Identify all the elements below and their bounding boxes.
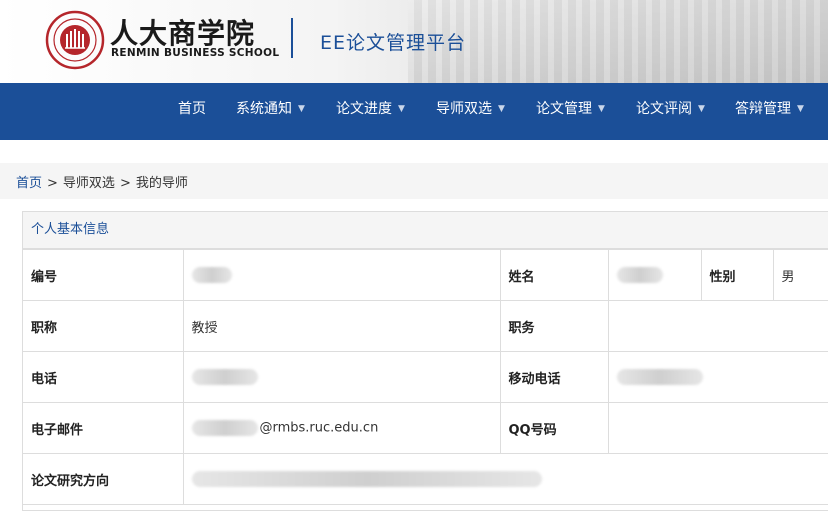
nav-item-label: 论文进度 bbox=[336, 101, 392, 117]
chevron-down-icon: ▼ bbox=[698, 104, 705, 114]
gender-value: 男 bbox=[772, 249, 828, 301]
name-value bbox=[607, 249, 702, 301]
logo-divider bbox=[291, 18, 293, 58]
name-label: 姓名 bbox=[499, 249, 609, 301]
breadcrumb-section: 导师双选 bbox=[62, 176, 115, 191]
breadcrumb-current: 我的导师 bbox=[135, 176, 188, 191]
table-row: 编号 姓名 性别 男 bbox=[23, 249, 828, 301]
brand-name-en: RENMIN BUSINESS SCHOOL bbox=[111, 47, 280, 59]
chevron-down-icon: ▼ bbox=[298, 104, 305, 114]
redacted-mobile bbox=[616, 369, 703, 385]
phone-value bbox=[182, 351, 501, 403]
table-row: 论文研究方向 bbox=[23, 453, 828, 505]
redacted-id bbox=[191, 267, 232, 283]
table-row: 职称 教授 职务 bbox=[23, 300, 828, 352]
chevron-down-icon: ▼ bbox=[598, 104, 605, 114]
qq-value bbox=[607, 402, 828, 454]
breadcrumb: 首页 > 导师双选 > 我的导师 bbox=[16, 172, 188, 191]
table-row: 电子邮件 @rmbs.ruc.edu.cn QQ号码 bbox=[23, 402, 828, 454]
research-direction-value bbox=[182, 453, 828, 505]
chevron-down-icon: ▼ bbox=[398, 104, 405, 114]
school-seal-icon bbox=[45, 10, 105, 70]
position-value bbox=[607, 300, 828, 352]
panel-title: 个人基本信息 bbox=[23, 212, 828, 249]
advisor-info-panel: 个人基本信息 编号 姓名 性别 男 职称 教授 职务 电话 移动电话 电子邮件 … bbox=[22, 211, 828, 511]
redacted-phone bbox=[191, 369, 258, 385]
mobile-value bbox=[607, 351, 828, 403]
site-header: 人大商学院 RENMIN BUSINESS SCHOOL EE论文管理平台 bbox=[0, 0, 828, 83]
email-value: @rmbs.ruc.edu.cn bbox=[182, 402, 501, 454]
position-label: 职务 bbox=[499, 300, 609, 352]
nav-item-defense-management[interactable]: 答辩管理 ▼ bbox=[735, 83, 804, 140]
header-background-image bbox=[408, 0, 828, 83]
id-label: 编号 bbox=[23, 249, 184, 301]
chevron-down-icon: ▼ bbox=[797, 104, 804, 114]
breadcrumb-bar: 首页 > 导师双选 > 我的导师 bbox=[0, 163, 828, 199]
qq-label: QQ号码 bbox=[499, 402, 609, 454]
table-row: 电话 移动电话 bbox=[23, 351, 828, 403]
main-nav: 首页 系统通知 ▼ 论文进度 ▼ 导师双选 ▼ 论文管理 ▼ 论文评阅 ▼ 答辩管理 ▼ bbox=[0, 83, 828, 140]
nav-item-label: 答辩管理 bbox=[735, 101, 791, 117]
nav-item-thesis-review[interactable]: 论文评阅 ▼ bbox=[636, 83, 705, 140]
nav-item-notifications[interactable]: 系统通知 ▼ bbox=[236, 83, 305, 140]
nav-item-advisor-selection[interactable]: 导师双选 ▼ bbox=[436, 83, 505, 140]
redacted-research-direction bbox=[191, 471, 542, 487]
nav-item-label: 系统通知 bbox=[236, 101, 292, 117]
nav-item-label: 论文评阅 bbox=[636, 101, 692, 117]
chevron-down-icon: ▼ bbox=[498, 104, 505, 114]
advisor-info-table: 编号 姓名 性别 男 职称 教授 职务 电话 移动电话 电子邮件 @rmbs.r… bbox=[23, 249, 828, 505]
breadcrumb-home-link[interactable]: 首页 bbox=[16, 176, 42, 191]
nav-item-home[interactable]: 首页 bbox=[178, 83, 206, 140]
redacted-email-user bbox=[191, 420, 258, 436]
research-direction-label: 论文研究方向 bbox=[23, 453, 184, 505]
redacted-name bbox=[616, 267, 663, 283]
nav-item-label: 导师双选 bbox=[436, 101, 492, 117]
id-value bbox=[182, 249, 501, 301]
gender-label: 性别 bbox=[700, 249, 774, 301]
nav-item-progress[interactable]: 论文进度 ▼ bbox=[336, 83, 405, 140]
brand-name-cn: 人大商学院 bbox=[110, 17, 256, 50]
breadcrumb-separator: > bbox=[47, 176, 58, 191]
phone-label: 电话 bbox=[23, 351, 184, 403]
title-value: 教授 bbox=[182, 300, 501, 352]
breadcrumb-separator: > bbox=[119, 176, 131, 191]
nav-item-thesis-management[interactable]: 论文管理 ▼ bbox=[536, 83, 605, 140]
nav-item-label: 首页 bbox=[178, 101, 206, 117]
email-label: 电子邮件 bbox=[23, 402, 184, 454]
mobile-label: 移动电话 bbox=[499, 351, 609, 403]
nav-item-label: 论文管理 bbox=[536, 101, 592, 117]
title-label: 职称 bbox=[23, 300, 184, 352]
platform-title: EE论文管理平台 bbox=[320, 32, 467, 54]
